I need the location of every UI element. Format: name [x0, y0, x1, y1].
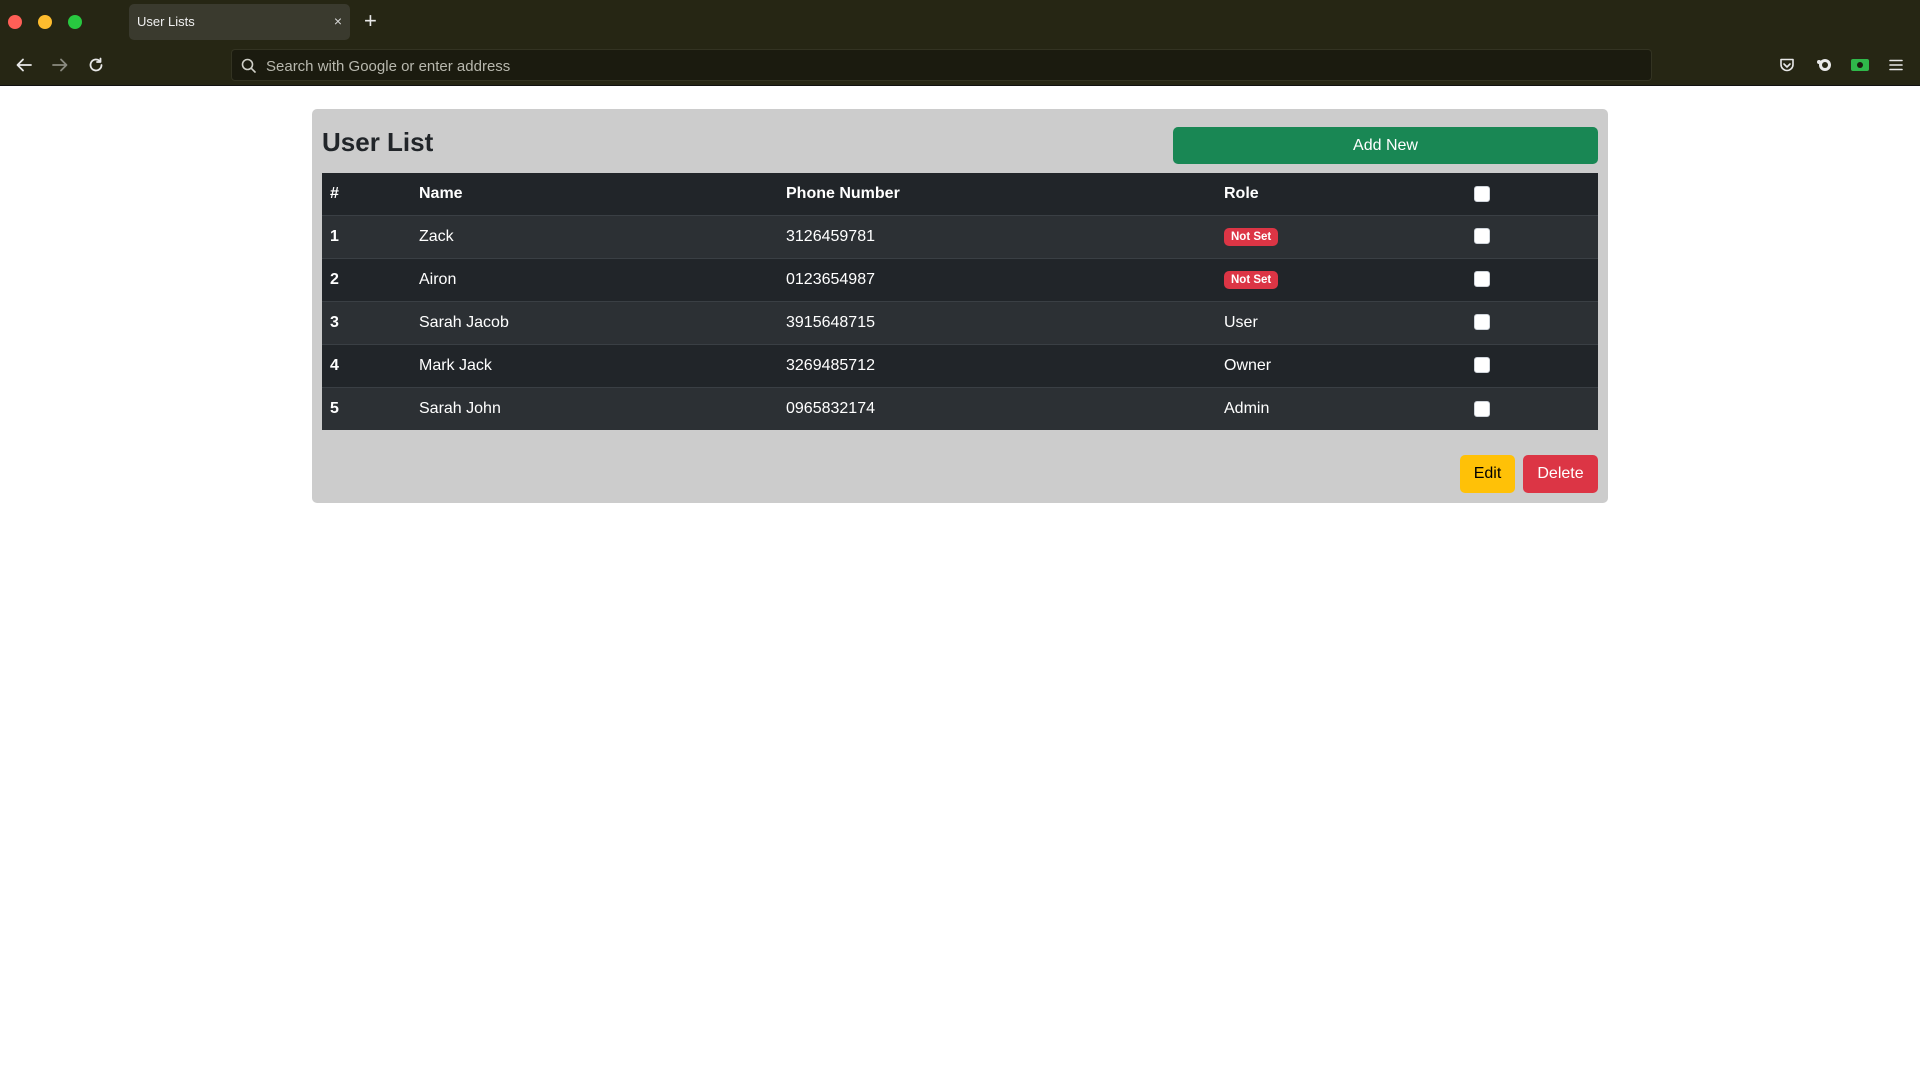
row-name: Sarah Jacob: [411, 300, 778, 344]
row-checkbox[interactable]: [1474, 228, 1490, 245]
role-badge: Not Set: [1224, 228, 1279, 246]
header-select-all: [1466, 173, 1598, 216]
row-role: User: [1216, 300, 1466, 344]
pocket-icon[interactable]: [1775, 53, 1799, 77]
row-role: Admin: [1216, 386, 1466, 430]
row-name: Airon: [411, 257, 778, 301]
row-select: [1466, 257, 1598, 301]
row-phone: 3269485712: [778, 343, 1216, 387]
header-name: Name: [411, 173, 778, 216]
row-role: Not Set: [1216, 214, 1466, 258]
header-number: #: [322, 173, 411, 216]
window-minimize-button[interactable]: [38, 15, 52, 29]
browser-tab-bar: User Lists × +: [0, 0, 1920, 44]
forward-arrow-icon[interactable]: [48, 53, 72, 77]
row-number: 2: [322, 257, 411, 301]
table-row: 5 Sarah John 0965832174 Admin: [322, 386, 1598, 430]
search-icon: [240, 57, 258, 75]
row-number: 1: [322, 214, 411, 258]
tab-title: User Lists: [137, 14, 195, 29]
edit-button[interactable]: Edit: [1460, 455, 1515, 493]
window-close-button[interactable]: [8, 15, 22, 29]
browser-tab[interactable]: User Lists ×: [129, 4, 350, 40]
table-row: 2 Airon 0123654987 Not Set: [322, 257, 1598, 301]
address-bar[interactable]: Search with Google or enter address: [231, 49, 1652, 81]
row-number: 4: [322, 343, 411, 387]
row-select: [1466, 300, 1598, 344]
row-role: Not Set: [1216, 257, 1466, 301]
address-placeholder: Search with Google or enter address: [266, 58, 511, 75]
role-badge: Not Set: [1224, 271, 1279, 289]
user-list-card: User List Add New # Name Phone Number Ro…: [312, 109, 1608, 503]
window-maximize-button[interactable]: [68, 15, 82, 29]
extension-green-icon[interactable]: [1848, 53, 1872, 77]
add-new-button[interactable]: Add New: [1173, 127, 1598, 164]
table-header-row: # Name Phone Number Role: [322, 173, 1598, 216]
delete-button[interactable]: Delete: [1523, 455, 1598, 493]
row-phone: 0123654987: [778, 257, 1216, 301]
row-name: Sarah John: [411, 386, 778, 430]
header-phone: Phone Number: [778, 173, 1216, 216]
row-select: [1466, 343, 1598, 387]
row-select: [1466, 386, 1598, 430]
new-tab-button[interactable]: +: [364, 9, 377, 33]
row-checkbox[interactable]: [1474, 271, 1490, 288]
extension-icon[interactable]: [1812, 53, 1836, 77]
header-role: Role: [1216, 173, 1466, 216]
hamburger-menu-icon[interactable]: [1884, 53, 1908, 77]
table-row: 4 Mark Jack 3269485712 Owner: [322, 343, 1598, 387]
row-role: Owner: [1216, 343, 1466, 387]
reload-icon[interactable]: [84, 53, 108, 77]
row-phone: 3915648715: [778, 300, 1216, 344]
row-name: Zack: [411, 214, 778, 258]
row-checkbox[interactable]: [1474, 357, 1490, 374]
page-title: User List: [322, 127, 434, 157]
table-row: 1 Zack 3126459781 Not Set: [322, 214, 1598, 258]
browser-nav-bar: Search with Google or enter address: [0, 44, 1920, 86]
row-checkbox[interactable]: [1474, 314, 1490, 331]
row-number: 3: [322, 300, 411, 344]
row-phone: 3126459781: [778, 214, 1216, 258]
tab-close-icon[interactable]: ×: [334, 12, 342, 30]
row-number: 5: [322, 386, 411, 430]
row-checkbox[interactable]: [1474, 400, 1490, 417]
back-arrow-icon[interactable]: [12, 53, 36, 77]
select-all-checkbox[interactable]: [1474, 185, 1490, 202]
user-table: # Name Phone Number Role 1 Zack 31264597…: [322, 173, 1598, 430]
row-select: [1466, 214, 1598, 258]
row-name: Mark Jack: [411, 343, 778, 387]
row-phone: 0965832174: [778, 386, 1216, 430]
table-row: 3 Sarah Jacob 3915648715 User: [322, 300, 1598, 344]
